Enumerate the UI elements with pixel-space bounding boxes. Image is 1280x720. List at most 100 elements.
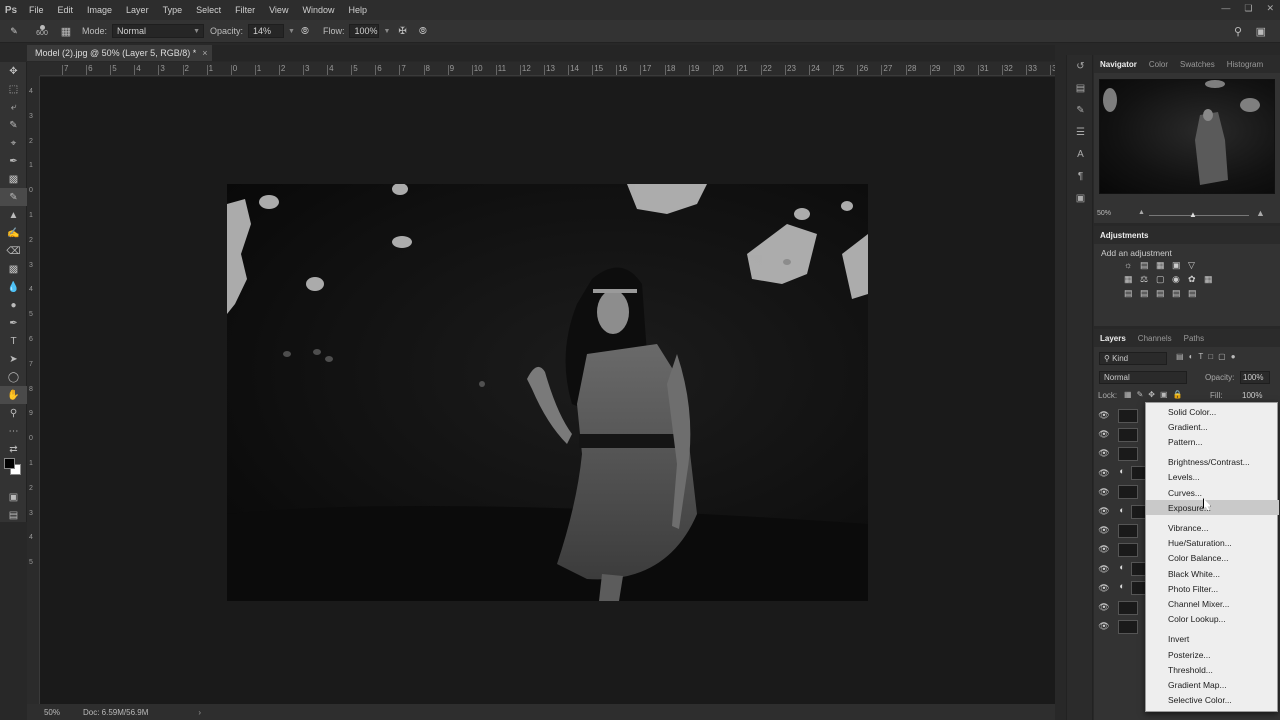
tab-channels[interactable]: Channels — [1132, 334, 1178, 343]
adjustment-menu-item[interactable]: Curves... — [1146, 485, 1279, 500]
adjustment-menu-item[interactable]: Levels... — [1146, 469, 1279, 484]
move-tool-icon[interactable]: ✥ — [0, 62, 27, 80]
pen-tool-icon[interactable]: ✒ — [0, 314, 27, 332]
vibrance-icon[interactable]: ▽ — [1188, 260, 1204, 271]
photo-filter-icon[interactable]: ◉ — [1172, 274, 1188, 285]
clone-source-icon[interactable]: ✎ — [1067, 99, 1094, 121]
adjustment-menu-item[interactable]: Pattern... — [1146, 434, 1279, 449]
zoom-out-icon[interactable]: ▲ — [1138, 209, 1145, 216]
adjustment-filter-icon[interactable]: ◐ — [1189, 352, 1194, 361]
selective-color-icon[interactable]: ▤ — [1188, 288, 1204, 299]
tab-paths[interactable]: Paths — [1178, 334, 1210, 343]
adjustment-menu-item[interactable]: Exposure... — [1146, 500, 1279, 515]
adjustment-menu-item[interactable]: Posterize... — [1146, 647, 1279, 662]
mode-select[interactable]: Normal ▼ — [112, 24, 205, 38]
more-tools-icon[interactable]: ⋯ — [0, 422, 27, 440]
posterize-icon[interactable]: ▤ — [1140, 288, 1156, 299]
path-select-tool-icon[interactable]: ➤ — [0, 350, 27, 368]
visibility-eye-icon[interactable]: 👁 — [1094, 468, 1114, 479]
visibility-eye-icon[interactable]: 👁 — [1094, 583, 1114, 594]
patch-tool-icon[interactable]: ▩ — [0, 170, 27, 188]
eyedropper-tool-icon[interactable]: ✒ — [0, 152, 27, 170]
filter-toggle-icon[interactable]: ● — [1231, 352, 1236, 361]
paragraph-icon[interactable]: ¶ — [1067, 165, 1094, 187]
color-lookup-icon[interactable]: ▦ — [1204, 274, 1220, 285]
adjustment-menu-item[interactable]: Black White... — [1146, 566, 1279, 581]
lasso-tool-icon[interactable]: ⤶ — [0, 98, 27, 116]
hand-tool-icon[interactable]: ✋ — [0, 386, 27, 404]
lock-artboard-icon[interactable]: ▣ — [1160, 390, 1168, 399]
opacity-chevron-icon[interactable]: ▼ — [288, 28, 295, 35]
photo-canvas[interactable] — [227, 184, 868, 601]
close-tab-icon[interactable]: × — [202, 48, 207, 58]
adjustment-menu-item[interactable]: Invert — [1146, 631, 1279, 646]
fill-value[interactable]: 100% — [1242, 391, 1262, 400]
adjustment-menu-item[interactable]: Threshold... — [1146, 662, 1279, 677]
foreground-color-swatch[interactable] — [4, 458, 15, 469]
zoom-tool-icon[interactable]: ⚲ — [0, 404, 27, 422]
menu-help[interactable]: Help — [341, 5, 374, 15]
visibility-eye-icon[interactable]: 👁 — [1094, 544, 1114, 555]
lock-pixels-icon[interactable]: ▦ — [1124, 390, 1132, 399]
lock-all-icon[interactable]: 🔒 — [1173, 390, 1183, 399]
visibility-eye-icon[interactable]: 👁 — [1094, 429, 1114, 440]
adjustment-menu-item[interactable]: Channel Mixer... — [1146, 596, 1279, 611]
document-tab[interactable]: Model (2).jpg @ 50% (Layer 5, RGB/8) * × — [27, 45, 212, 61]
type-filter-icon[interactable]: T — [1198, 352, 1203, 361]
menu-select[interactable]: Select — [189, 5, 228, 15]
libraries-icon[interactable]: ▣ — [1067, 187, 1094, 209]
status-menu-arrow-icon[interactable]: › — [198, 708, 201, 717]
adjustment-menu-item[interactable]: Selective Color... — [1146, 692, 1279, 707]
adjustment-menu-item[interactable]: Brightness/Contrast... — [1146, 454, 1279, 469]
zoom-in-icon[interactable]: ▲ — [1256, 208, 1265, 218]
brush-tool-icon[interactable]: ✎ — [0, 26, 28, 37]
gradient-tool-icon[interactable]: ▩ — [0, 260, 27, 278]
opacity-input[interactable]: 14% — [248, 24, 285, 38]
zoom-slider-thumb[interactable]: ▲ — [1189, 210, 1197, 219]
history-icon[interactable]: ↺ — [1067, 55, 1094, 77]
visibility-eye-icon[interactable]: 👁 — [1094, 621, 1114, 632]
menu-file[interactable]: File — [22, 5, 51, 15]
adjustment-menu-item[interactable]: Hue/Saturation... — [1146, 535, 1279, 550]
blend-mode-select[interactable]: Normal — [1099, 371, 1187, 384]
visibility-eye-icon[interactable]: 👁 — [1094, 410, 1114, 421]
layer-opacity-input[interactable]: 100% — [1240, 371, 1270, 384]
quick-mask-icon[interactable]: ▣ — [0, 488, 27, 506]
shape-filter-icon[interactable]: □ — [1208, 352, 1213, 361]
tab-layers[interactable]: Layers — [1094, 334, 1132, 343]
workspace-icon[interactable]: ▣ — [1256, 25, 1266, 38]
restore-icon[interactable]: ❏ — [1244, 3, 1252, 14]
levels-icon[interactable]: ▤ — [1140, 260, 1156, 271]
black-white-icon[interactable]: ▢ — [1156, 274, 1172, 285]
flow-input[interactable]: 100% — [349, 24, 380, 38]
swap-colors-icon[interactable]: ⇄ — [0, 440, 27, 458]
threshold-icon[interactable]: ▤ — [1156, 288, 1172, 299]
tab-navigator[interactable]: Navigator — [1094, 60, 1143, 69]
color-balance-icon[interactable]: ⚖ — [1140, 274, 1156, 285]
menu-edit[interactable]: Edit — [51, 5, 81, 15]
close-icon[interactable]: ✕ — [1266, 3, 1274, 14]
channel-mixer-icon[interactable]: ✿ — [1188, 274, 1204, 285]
visibility-eye-icon[interactable]: 👁 — [1094, 602, 1114, 613]
brush-panel-icon[interactable]: ▦ — [56, 25, 76, 38]
dodge-tool-icon[interactable]: ● — [0, 296, 27, 314]
shape-tool-icon[interactable]: ◯ — [0, 368, 27, 386]
visibility-eye-icon[interactable]: 👁 — [1094, 448, 1114, 459]
brightness-contrast-icon[interactable]: ☼ — [1124, 260, 1140, 271]
adjustment-menu-item[interactable]: Vibrance... — [1146, 520, 1279, 535]
type-tool-icon[interactable]: T — [0, 332, 27, 350]
adjustment-menu-item[interactable]: Solid Color... — [1146, 404, 1279, 419]
history-brush-icon[interactable]: ✍ — [0, 224, 27, 242]
visibility-eye-icon[interactable]: 👁 — [1094, 564, 1114, 575]
hue-saturation-icon[interactable]: ▦ — [1124, 274, 1140, 285]
menu-window[interactable]: Window — [295, 5, 341, 15]
menu-type[interactable]: Type — [156, 5, 190, 15]
stamp-tool-icon[interactable]: ▲ — [0, 206, 27, 224]
menu-view[interactable]: View — [262, 5, 295, 15]
tab-color[interactable]: Color — [1143, 60, 1174, 69]
layer-filter-select[interactable]: ⚲ Kind — [1099, 352, 1167, 365]
tab-histogram[interactable]: Histogram — [1221, 60, 1269, 69]
brush-tool-icon[interactable]: ✎ — [0, 188, 27, 206]
visibility-eye-icon[interactable]: 👁 — [1094, 506, 1114, 517]
pressure-opacity-icon[interactable]: ⦾ — [301, 26, 309, 37]
